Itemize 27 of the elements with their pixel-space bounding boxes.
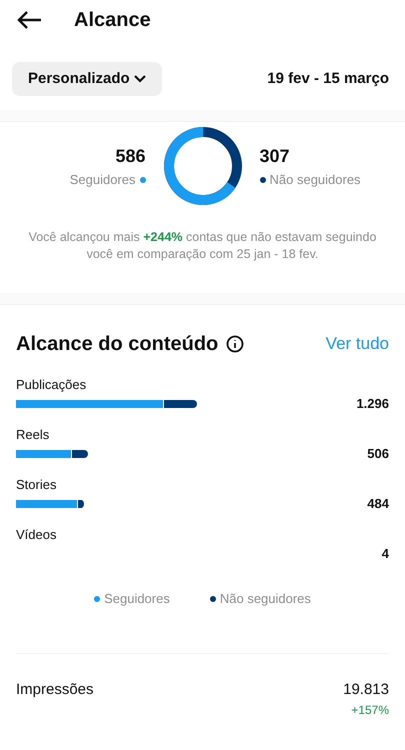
legend-label: Não seguidores: [220, 590, 311, 608]
content-type-label: Stories: [16, 477, 58, 493]
legend-label: Seguidores: [104, 590, 170, 608]
impressions-change: +157%: [351, 702, 389, 719]
content-type-label: Publicações: [16, 377, 88, 393]
non-followers-label: Não seguidores: [270, 170, 361, 189]
impressions-label: Impressões: [16, 680, 94, 700]
content-type-label: Reels: [16, 427, 50, 443]
content-reach-value: 4: [382, 545, 389, 564]
non-followers-count: 307: [260, 144, 290, 168]
content-reach-value: 506: [367, 445, 389, 464]
page-title: Alcance: [74, 8, 151, 33]
chevron-down-icon: [134, 75, 146, 83]
content-reach-value: 484: [367, 495, 389, 514]
reach-bar-drawing: [16, 500, 84, 508]
content-type-label: Vídeos: [16, 527, 58, 543]
followers-label: Seguidores: [70, 170, 136, 189]
followers-count: 586: [115, 144, 146, 168]
impressions-value: 19.813: [343, 680, 389, 700]
section-title: Alcance do conteúdo: [16, 332, 218, 357]
period-dropdown[interactable]: Personalizado: [12, 62, 162, 96]
info-icon[interactable]: [226, 335, 244, 353]
reach-summary: Você alcançou mais +244% contas que não estavam seguindo você em comparação com 25 jan - 18 fev.: [28, 229, 378, 263]
reach-bar-drawing: [16, 450, 88, 458]
date-range: 19 fev - 15 março: [267, 68, 390, 89]
back-arrow-icon[interactable]: [16, 10, 42, 30]
content-reach-value: 1.296: [356, 395, 389, 414]
